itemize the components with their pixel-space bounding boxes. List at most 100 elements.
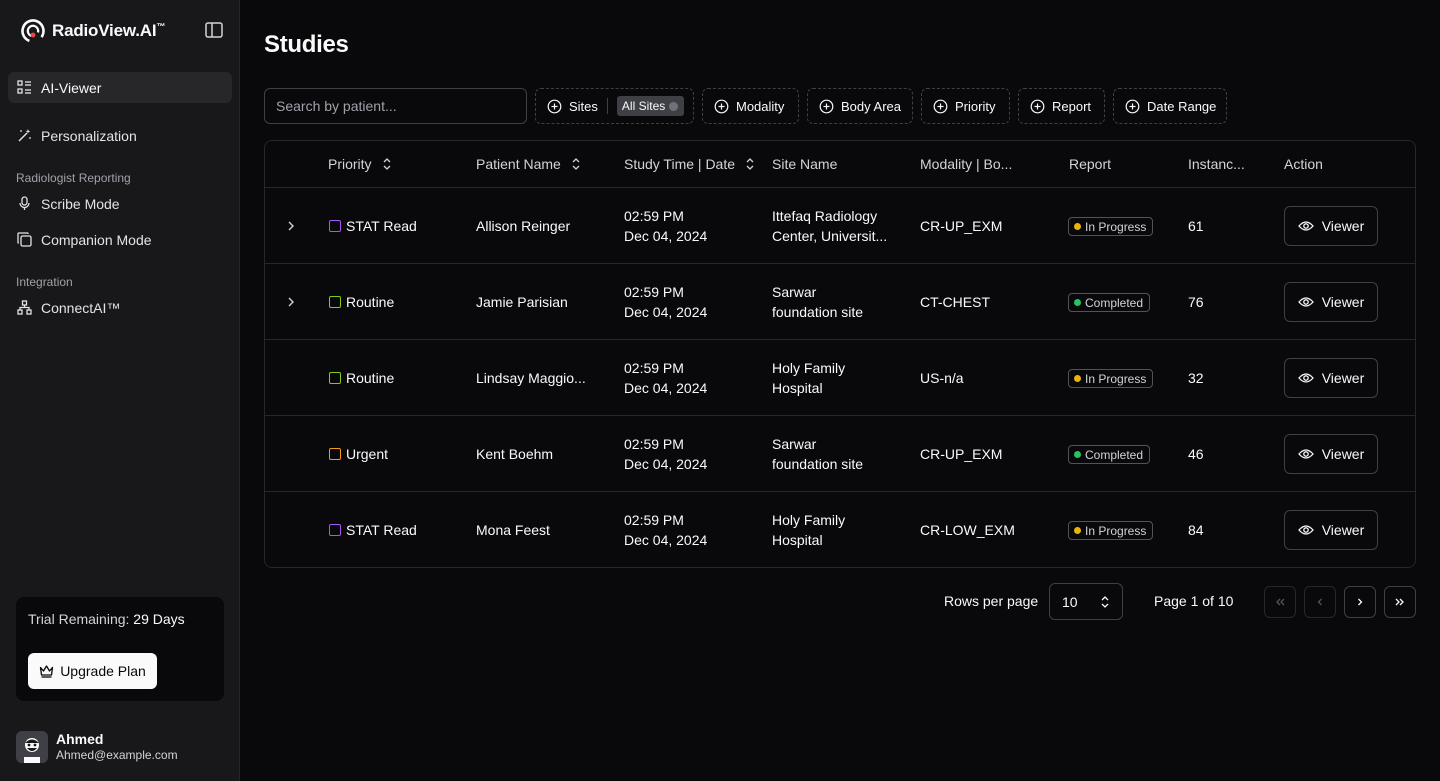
- user-profile[interactable]: Ahmed Ahmed@example.com: [16, 731, 178, 763]
- copy-icon: [17, 232, 32, 247]
- section-label-integration: Integration: [16, 275, 73, 289]
- first-page-button[interactable]: [1264, 586, 1296, 618]
- site-name: Holy Family Hospital: [772, 510, 845, 550]
- plus-circle-icon: [819, 99, 834, 113]
- sidebar-toggle-icon[interactable]: [203, 20, 225, 40]
- column-header-modality[interactable]: Modality | Bo...: [920, 156, 1012, 172]
- filter-sites[interactable]: Sites All Sites: [535, 88, 694, 124]
- eye-icon: [1297, 373, 1314, 383]
- filter-body-area[interactable]: Body Area: [807, 88, 913, 124]
- viewer-button[interactable]: Viewer: [1284, 282, 1378, 322]
- chevron-up-down-icon: [383, 158, 391, 170]
- sidebar-item-label: AI-Viewer: [41, 79, 102, 96]
- column-header-priority[interactable]: Priority: [328, 156, 392, 172]
- radioview-logo-icon: [21, 19, 45, 43]
- priority-indicator: [329, 448, 341, 460]
- modality: CR-UP_EXM: [920, 218, 1003, 234]
- viewer-button[interactable]: Viewer: [1284, 510, 1378, 550]
- plus-circle-icon: [1030, 99, 1045, 113]
- patient-name: Allison Reinger: [476, 218, 571, 234]
- sidebar-item-label: Companion Mode: [41, 231, 152, 248]
- sidebar-item-label: Personalization: [41, 127, 137, 144]
- site-name-line: Sarwar: [772, 436, 817, 452]
- instances-count: 32: [1188, 370, 1204, 386]
- patient-name: Jamie Parisian: [476, 294, 568, 310]
- sites-chip[interactable]: All Sites: [616, 96, 685, 116]
- study-time-value: 02:59 PM: [624, 512, 684, 528]
- sidebar-item-scribe-mode[interactable]: Scribe Mode: [8, 188, 232, 219]
- column-header-report[interactable]: Report: [1069, 156, 1111, 172]
- site-name-line: foundation site: [772, 456, 864, 472]
- upgrade-plan-button[interactable]: Upgrade Plan: [28, 653, 157, 689]
- sidebar-item-ai-viewer[interactable]: AI-Viewer: [8, 72, 232, 103]
- rows-per-page-select[interactable]: 10: [1049, 583, 1123, 620]
- plus-circle-icon: [933, 99, 948, 113]
- table-row[interactable]: STAT Read Allison Reinger 02:59 PM Dec 04, …: [265, 188, 1415, 264]
- patient-name: Kent Boehm: [476, 446, 554, 462]
- last-page-button[interactable]: [1384, 586, 1416, 618]
- priority-indicator: [329, 220, 341, 232]
- eye-icon: [1297, 297, 1314, 307]
- study-time: 02:59 PM Dec 04, 2024: [624, 358, 707, 398]
- filter-report[interactable]: Report: [1018, 88, 1105, 124]
- chevrons-left-icon: [1276, 598, 1285, 606]
- next-page-button[interactable]: [1344, 586, 1376, 618]
- brand-logo[interactable]: RadioView.AI™: [20, 18, 165, 44]
- chevrons-right-icon: [1395, 598, 1404, 606]
- sidebar-item-companion-mode[interactable]: Companion Mode: [8, 224, 232, 255]
- instances-count: 46: [1188, 446, 1204, 462]
- instances-count: 61: [1188, 218, 1204, 234]
- filter-date-range[interactable]: Date Range: [1113, 88, 1227, 124]
- table-row[interactable]: Urgent Kent Boehm 02:59 PM Dec 04, 2024 Sarw…: [265, 416, 1415, 492]
- sidebar-item-personalization[interactable]: Personalization: [8, 120, 232, 151]
- remove-chip-icon[interactable]: [669, 101, 679, 111]
- instances-count: 84: [1188, 522, 1204, 538]
- viewer-button[interactable]: Viewer: [1284, 434, 1378, 474]
- modality: CR-UP_EXM: [920, 446, 1003, 462]
- study-time-value: 02:59 PM: [624, 436, 684, 452]
- expand-row-icon[interactable]: [281, 292, 301, 312]
- plus-circle-icon: [714, 99, 729, 113]
- status-badge: In Progress: [1068, 521, 1154, 540]
- modality: US-n/a: [920, 370, 964, 386]
- table-row[interactable]: Routine Lindsay Maggio... 02:59 PM Dec 04, …: [265, 340, 1415, 416]
- site-name-line: foundation site: [772, 304, 864, 320]
- search-input[interactable]: [264, 88, 527, 124]
- column-header-study-time[interactable]: Study Time | Date: [624, 156, 755, 172]
- section-label-reporting: Radiologist Reporting: [16, 171, 131, 185]
- study-time-value: 02:59 PM: [624, 208, 684, 224]
- column-header-patient-name[interactable]: Patient Name: [476, 156, 581, 172]
- filter-modality[interactable]: Modality: [702, 88, 799, 124]
- status-dot: [1074, 299, 1081, 306]
- chevron-up-down-icon: [746, 158, 754, 170]
- column-header-site-name[interactable]: Site Name: [772, 156, 837, 172]
- filter-label: Modality: [736, 98, 785, 114]
- sidebar-item-connectai[interactable]: ConnectAI™: [8, 292, 232, 323]
- patient-name: Lindsay Maggio...: [476, 370, 586, 386]
- table-row[interactable]: Routine Jamie Parisian 02:59 PM Dec 04, 202…: [265, 264, 1415, 340]
- table-row[interactable]: STAT Read Mona Feest 02:59 PM Dec 04, 2024 H…: [265, 492, 1415, 567]
- sidebar-item-label: Scribe Mode: [41, 195, 120, 212]
- study-date-value: Dec 04, 2024: [624, 456, 708, 472]
- modality: CR-LOW_EXM: [920, 522, 1015, 538]
- priority-indicator: [329, 372, 341, 384]
- site-name: Sarwar foundation site: [772, 434, 863, 474]
- status-badge: Completed: [1068, 445, 1151, 464]
- viewer-button[interactable]: Viewer: [1284, 206, 1378, 246]
- brand-name: RadioView.AI™: [52, 21, 166, 40]
- patient-name: Mona Feest: [476, 522, 550, 538]
- modality: CT-CHEST: [920, 294, 990, 310]
- study-time: 02:59 PM Dec 04, 2024: [624, 510, 707, 550]
- eye-icon: [1297, 449, 1314, 459]
- filter-priority[interactable]: Priority: [921, 88, 1010, 124]
- priority-cell: Routine: [329, 368, 394, 388]
- filter-label: Date Range: [1147, 98, 1217, 114]
- expand-row-icon[interactable]: [281, 216, 301, 236]
- column-header-instances[interactable]: Instanc...: [1188, 156, 1245, 172]
- previous-page-button[interactable]: [1304, 586, 1336, 618]
- sidebar-item-label: ConnectAI™: [41, 299, 121, 316]
- status-dot: [1074, 527, 1081, 534]
- viewer-button[interactable]: Viewer: [1284, 358, 1378, 398]
- status-dot: [1074, 375, 1081, 382]
- eye-icon: [1297, 525, 1314, 535]
